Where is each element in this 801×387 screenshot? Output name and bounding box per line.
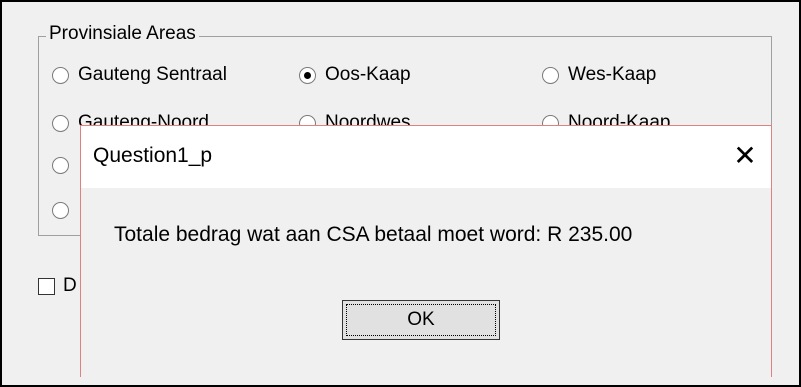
radio-label: Oos-Kaap xyxy=(325,64,411,85)
dialog-title: Question1_p xyxy=(93,144,213,167)
radio-hidden-row3[interactable] xyxy=(52,157,78,174)
dialog-message: Totale bedrag wat aan CSA betaal moet wo… xyxy=(114,223,633,246)
radio-gauteng-sentraal[interactable]: Gauteng Sentraal xyxy=(52,63,227,87)
radio-circle-icon xyxy=(52,157,69,174)
ok-button[interactable]: OK xyxy=(342,300,500,340)
checkbox-box-icon xyxy=(38,277,55,295)
radio-label: Gauteng Sentraal xyxy=(78,64,227,85)
radio-hidden-row4[interactable] xyxy=(52,202,78,219)
radio-label: Wes-Kaap xyxy=(568,64,657,85)
checkbox-label: D xyxy=(63,275,77,296)
radio-wes-kaap[interactable]: Wes-Kaap xyxy=(542,63,656,87)
radio-checked-icon xyxy=(299,66,316,84)
radio-circle-icon xyxy=(52,202,69,219)
close-icon[interactable]: ✕ xyxy=(725,138,765,174)
groupbox-title: Provinsiale Areas xyxy=(46,22,199,46)
radio-circle-icon xyxy=(52,66,69,84)
message-dialog: Question1_p ✕ Totale bedrag wat aan CSA … xyxy=(80,125,772,377)
radio-oos-kaap[interactable]: Oos-Kaap xyxy=(299,63,411,87)
radio-circle-icon xyxy=(542,66,559,84)
option-checkbox[interactable]: D xyxy=(38,275,77,297)
ok-button-label: OK xyxy=(407,309,435,330)
radio-circle-icon xyxy=(52,114,69,132)
dialog-titlebar[interactable]: Question1_p ✕ xyxy=(81,126,771,188)
dialog-body: Totale bedrag wat aan CSA betaal moet wo… xyxy=(81,188,771,377)
